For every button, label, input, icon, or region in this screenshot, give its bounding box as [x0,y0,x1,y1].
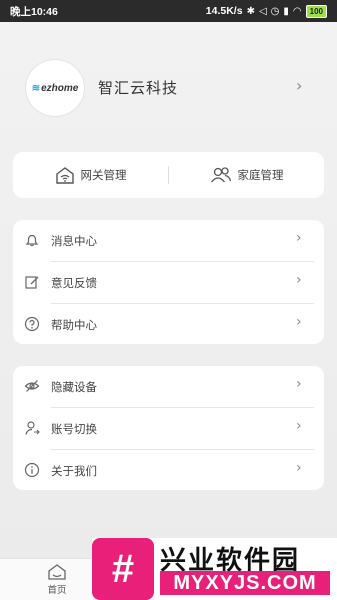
logo-text: ezhome [41,82,79,94]
watermark-badge: # [92,538,154,600]
menu-group-1: 消息中心 › 意见反馈 › 帮助中心 › [13,220,324,344]
home-icon [48,564,66,580]
menu-item-label: 账号切换 [51,422,97,436]
help-icon [24,316,40,332]
profile-header[interactable]: ≋ ezhome 智汇云科技 › [0,60,337,116]
network-speed: 14.5K/s [205,5,243,17]
menu-item-label: 隐藏设备 [51,380,97,394]
menu-item-about[interactable]: 关于我们 › [13,450,324,491]
status-bar: 晚上10:46 14.5K/s ✱ ◁ ◷ ▮ ◠ 100 [0,0,337,22]
info-icon [24,462,40,478]
chevron-right-icon: › [296,272,302,288]
chevron-right-icon: › [296,76,303,95]
company-name: 智汇云科技 [98,79,179,97]
menu-item-hidden-devices[interactable]: 隐藏设备 › [13,366,324,407]
wave-icon: ≋ [31,82,41,94]
management-card: 网关管理 家庭管理 [13,152,324,198]
tab-home[interactable]: 首页 [40,563,74,599]
battery-icon: 100 [305,4,327,18]
wifi-icon: ◠ [292,5,302,17]
menu-item-label: 消息中心 [51,234,97,248]
family-icon [210,167,231,183]
menu-item-label: 帮助中心 [51,318,97,332]
profile-page: ≋ ezhome 智汇云科技 › 网关管理 家庭管理 消息中心 › 意见反馈 ›… [0,22,337,558]
user-switch-icon [25,421,40,435]
alarm-icon: ◷ [270,5,280,17]
site-watermark: # 兴业软件园 MYXYJS.COM [92,538,337,600]
menu-item-messages[interactable]: 消息中心 › [13,220,324,261]
logo-mark: ≋ ezhome [32,83,79,94]
status-icons: 14.5K/s ✱ ◁ ◷ ▮ ◠ 100 [205,4,327,18]
bluetooth-icon: ✱ [246,5,255,17]
menu-item-label: 意见反馈 [51,276,97,290]
company-logo: ≋ ezhome [26,60,84,116]
menu-group-2: 隐藏设备 › 账号切换 › 关于我们 › [13,366,324,490]
signal-icon: ▮ [283,5,289,17]
menu-item-switch-account[interactable]: 账号切换 › [13,408,324,449]
menu-item-help[interactable]: 帮助中心 › [13,304,324,345]
status-time: 晚上10:46 [10,5,58,18]
menu-item-label: 关于我们 [51,464,97,478]
chevron-right-icon: › [296,418,302,434]
family-management-button[interactable]: 家庭管理 [169,166,324,184]
mute-icon: ◁ [258,5,267,17]
chevron-right-icon: › [296,314,302,330]
watermark-subtitle: MYXYJS.COM [160,571,330,595]
tab-home-label: 首页 [47,585,67,596]
eye-off-icon [24,380,40,392]
gateway-management-button[interactable]: 网关管理 [13,166,168,184]
family-management-label: 家庭管理 [237,168,284,182]
gateway-management-label: 网关管理 [80,168,127,182]
chevron-right-icon: › [296,460,302,476]
bell-icon [25,234,39,247]
chevron-right-icon: › [296,376,302,392]
chevron-right-icon: › [296,230,302,246]
menu-item-feedback[interactable]: 意见反馈 › [13,262,324,303]
gateway-icon [55,167,74,184]
edit-icon [25,276,39,289]
